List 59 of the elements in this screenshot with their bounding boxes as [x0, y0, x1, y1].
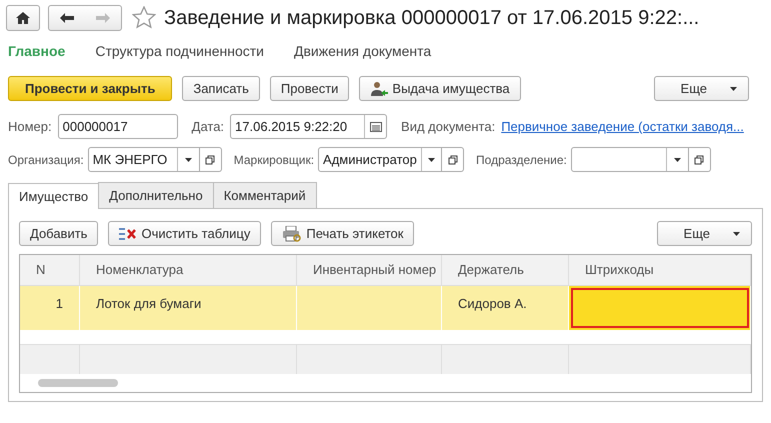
home-button[interactable]: [6, 5, 40, 31]
section-tab[interactable]: Движения документа: [294, 40, 432, 62]
section-tab[interactable]: Структура подчиненности: [95, 40, 264, 62]
table-cell[interactable]: [297, 286, 442, 330]
select-field[interactable]: [570, 147, 689, 172]
column-header[interactable]: Держатель: [442, 255, 569, 286]
table-cell[interactable]: 1: [20, 286, 80, 330]
open-button[interactable]: [200, 147, 222, 172]
toolbar-button[interactable]: Провести и закрыть: [8, 76, 172, 101]
column-header[interactable]: N: [20, 255, 80, 286]
open-window-icon: [448, 154, 458, 164]
field-label: Дата:: [192, 118, 224, 136]
back-arrow-icon: [60, 13, 74, 23]
table-cell[interactable]: Сидоров А.: [442, 286, 569, 330]
open-window-icon: [205, 154, 216, 164]
number-field[interactable]: 000000017: [58, 114, 178, 139]
star-icon: [132, 6, 156, 30]
caret-down-icon: [732, 230, 741, 236]
tab[interactable]: Комментарий: [212, 182, 317, 208]
field-label: Организация:: [8, 152, 84, 168]
field-label: Маркировщик:: [234, 152, 314, 168]
window-title: Заведение и маркировка 000000017 от 17.06.2015 9:22:...: [164, 6, 700, 31]
table-cell[interactable]: [569, 286, 751, 330]
forward-arrow-icon: [96, 13, 110, 23]
open-button[interactable]: [688, 147, 711, 172]
toolbar-button[interactable]: Очистить таблицу: [108, 221, 262, 246]
more-button[interactable]: Еще: [654, 76, 749, 101]
caret-down-icon: [729, 86, 738, 92]
caret-down-icon: [426, 156, 436, 162]
more-button[interactable]: Еще: [656, 221, 752, 246]
toolbar-button[interactable]: Добавить: [19, 221, 98, 246]
document-type-link[interactable]: Первичное заведение (остатки заводя...: [501, 116, 744, 136]
calendar-icon: [370, 122, 382, 132]
footer-cell: [20, 344, 80, 374]
clear-list-icon: [119, 228, 138, 240]
field-label: Номер:: [8, 118, 52, 136]
open-window-icon: [694, 154, 704, 164]
column-header[interactable]: Инвентарный номер: [297, 255, 442, 286]
select-field[interactable]: МК ЭНЕРГО: [88, 147, 200, 172]
toolbar-button[interactable]: Выдача имущества: [359, 76, 521, 101]
person-arrow-icon: [370, 80, 388, 96]
tab[interactable]: Дополнительно: [98, 182, 214, 208]
toolbar-button[interactable]: Записать: [182, 76, 260, 101]
caret-down-icon: [672, 156, 682, 162]
home-icon: [16, 12, 30, 24]
open-button[interactable]: [442, 147, 464, 172]
column-header[interactable]: Номенклатура: [80, 255, 297, 286]
toolbar-button[interactable]: Печать этикеток: [271, 221, 414, 246]
date-field[interactable]: 17.06.2015 9:22:20: [230, 114, 388, 139]
toolbar-button[interactable]: Провести: [270, 76, 350, 101]
tab[interactable]: Имущество: [8, 183, 100, 209]
printer-icon: [282, 226, 302, 242]
field-label: Вид документа:: [401, 118, 496, 136]
select-field[interactable]: Администратор: [318, 147, 442, 172]
scrollbar-thumb[interactable]: [38, 379, 118, 387]
caret-down-icon: [184, 156, 193, 162]
field-label: Подразделение:: [476, 152, 567, 168]
table-cell[interactable]: Лоток для бумаги: [80, 286, 297, 330]
column-header[interactable]: Штрихкоды: [569, 255, 751, 286]
